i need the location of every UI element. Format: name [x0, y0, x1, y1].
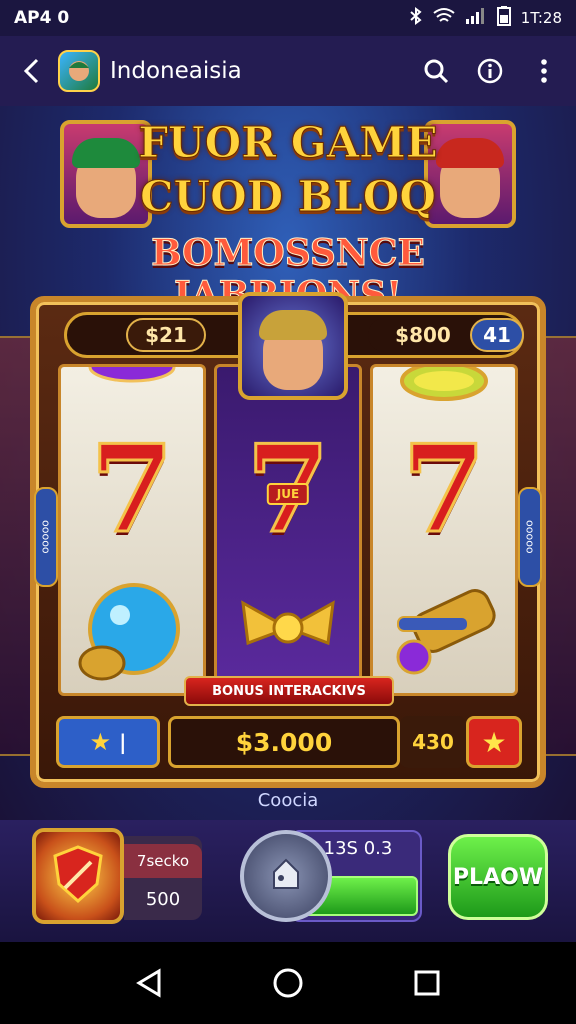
status-bar: AP4 0 1T:28 — [0, 0, 576, 36]
nav-home-icon[interactable] — [268, 963, 308, 1003]
cannon-symbol — [384, 581, 504, 681]
app-title: Indoneaisia — [110, 58, 242, 84]
orb-symbol — [72, 577, 192, 691]
game-area: FUOR GAME CUOD BLOQ BOMOSSNCE IABRIONS! … — [0, 106, 576, 820]
more-vert-icon[interactable] — [526, 53, 562, 89]
status-left-text: AP4 0 — [14, 8, 70, 28]
purple-gem-symbol — [82, 367, 182, 393]
green-gem-symbol — [389, 367, 499, 425]
gold-bow-symbol — [233, 583, 343, 677]
reels: 7 7 JUE 7 — [58, 364, 518, 696]
star-icon: ★ — [89, 728, 112, 756]
bet-label: 7secko — [124, 844, 202, 878]
shield-button[interactable] — [32, 828, 124, 924]
bottom-rail: ★ | $3.000 430 ★ — [56, 716, 522, 772]
star-bonus-button[interactable]: ★ — [466, 716, 522, 768]
system-nav-bar — [0, 942, 576, 1024]
reel-badge: JUE — [266, 483, 310, 505]
back-arrow-icon[interactable] — [14, 54, 48, 88]
star-icon: ★ — [481, 725, 507, 759]
shield-icon — [51, 844, 105, 908]
status-time: 1T:28 — [520, 9, 562, 27]
bottom-right-value: 430 — [400, 716, 466, 768]
nav-back-icon[interactable] — [129, 963, 169, 1003]
reel-1: 7 — [58, 364, 206, 696]
center-hero-portrait — [238, 292, 348, 400]
info-icon[interactable] — [472, 53, 508, 89]
game-title-line1: FUOR GAME — [138, 118, 439, 168]
app-bar: Indoneaisia — [0, 36, 576, 106]
side-tab-right[interactable]: ooooo — [518, 487, 542, 587]
star-counter[interactable]: ★ | — [56, 716, 160, 768]
top-left-value: $21 — [126, 318, 206, 352]
bet-box[interactable]: 7secko 500 — [124, 836, 202, 920]
search-icon[interactable] — [418, 53, 454, 89]
reel-2: 7 JUE — [214, 364, 362, 696]
win-amount: $3.000 — [168, 716, 400, 768]
slot-machine: $21 $800 41 ooooo ooooo 7 7 JUE — [30, 292, 546, 788]
coin-label: Coocia — [257, 790, 319, 811]
game-title-area: FUOR GAME CUOD BLOQ BOMOSSNCE IABRIONS! — [40, 110, 536, 317]
home-round-button[interactable] — [240, 830, 332, 922]
house-icon — [266, 854, 306, 898]
battery-icon — [496, 6, 511, 30]
star-counter-value: | — [119, 730, 127, 754]
nav-recents-icon[interactable] — [407, 963, 447, 1003]
play-button[interactable]: PLAOW — [448, 834, 548, 920]
control-panel: 7secko 500 13S 0.3 PLAOW — [0, 820, 576, 942]
signal-icon — [465, 7, 487, 29]
top-right-value: 41 — [470, 318, 524, 352]
bluetooth-icon — [409, 7, 423, 29]
side-tab-left[interactable]: ooooo — [34, 487, 58, 587]
app-icon — [58, 50, 100, 92]
game-title-line2: CUOD BLOQ — [140, 172, 437, 222]
bet-value: 500 — [145, 888, 181, 910]
top-mid-value: $800 — [368, 318, 478, 352]
bonus-banner[interactable]: BONUS INTERACKIVS — [184, 676, 394, 706]
seven-symbol: 7 — [401, 419, 488, 560]
wifi-icon — [433, 7, 455, 29]
seven-symbol: 7 — [89, 419, 176, 560]
reel-3: 7 — [370, 364, 518, 696]
